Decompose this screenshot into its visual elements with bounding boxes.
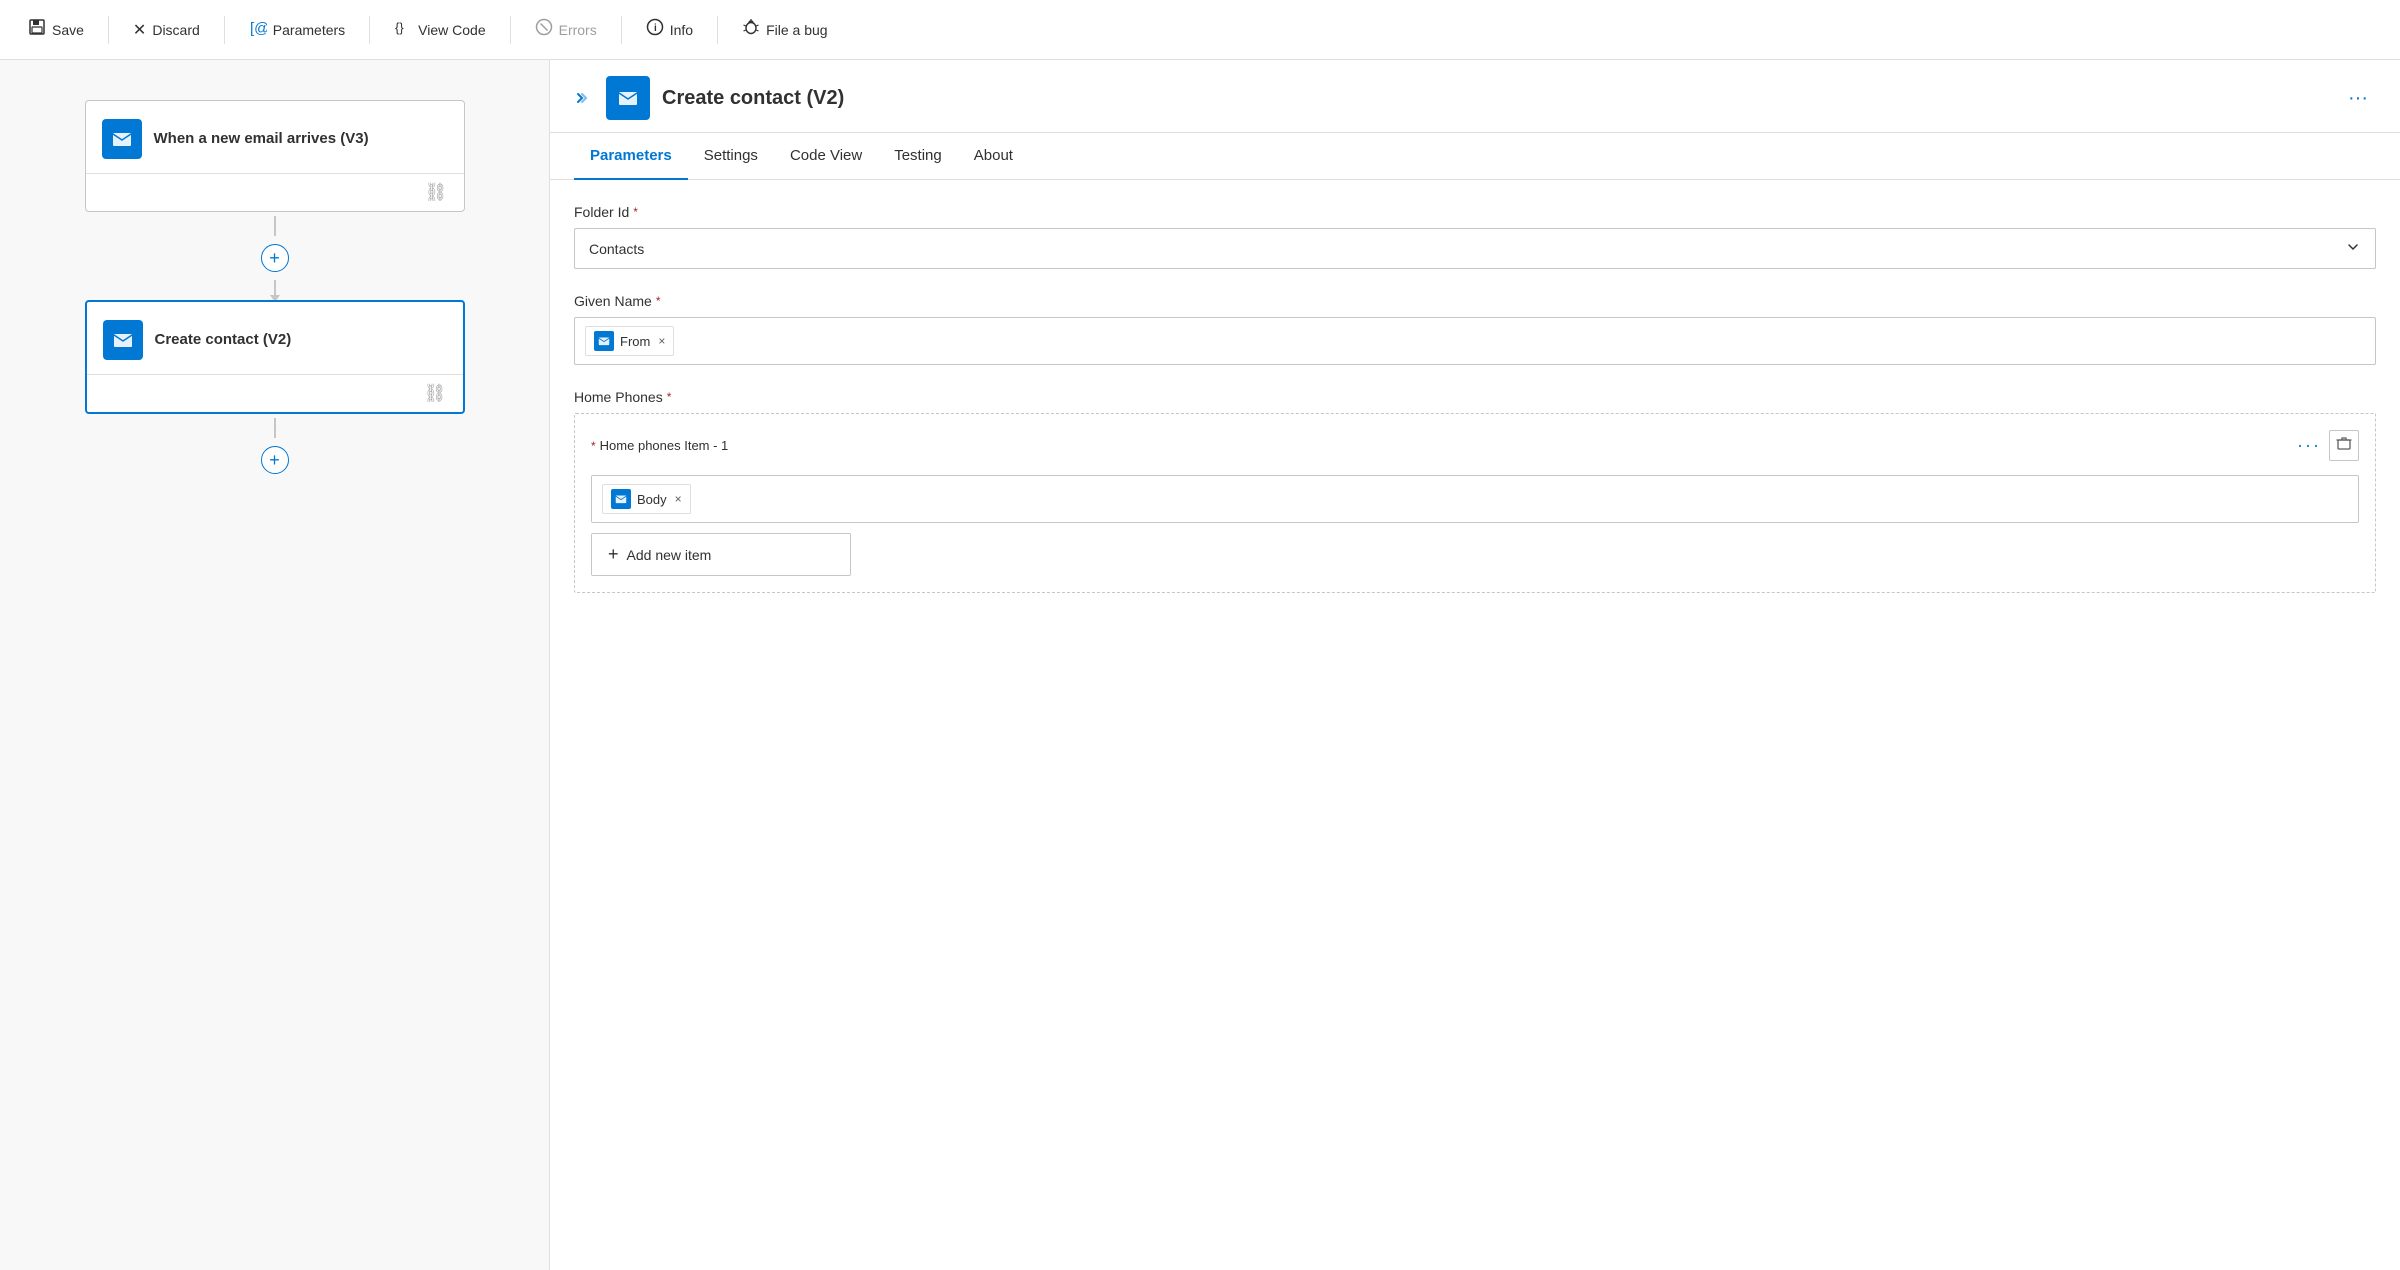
folder-id-field-group: Folder Id * Contacts xyxy=(574,204,2376,269)
discard-button[interactable]: ✕ Discard xyxy=(121,14,212,46)
trigger-node-header: When a new email arrives (V3) xyxy=(86,101,464,173)
info-label: Info xyxy=(670,22,693,38)
add-item-label: Add new item xyxy=(627,547,712,563)
svg-text:i: i xyxy=(654,23,657,34)
given-name-field-group: Given Name * From × xyxy=(574,293,2376,365)
add-step-btn-2[interactable]: + xyxy=(261,446,289,474)
main-layout: When a new email arrives (V3) ⛓ + xyxy=(0,60,2400,1270)
nested-more-button[interactable]: ··· xyxy=(2297,435,2321,456)
add-item-plus-icon: + xyxy=(608,544,619,565)
link-icon-1: ⛓ xyxy=(425,182,448,203)
view-code-icon: {} xyxy=(394,18,412,41)
nested-field-actions: ··· xyxy=(2297,430,2359,461)
info-button[interactable]: i Info xyxy=(634,12,705,47)
add-step-btn-1[interactable]: + xyxy=(261,244,289,272)
divider6 xyxy=(717,16,718,44)
panel-expand-button[interactable] xyxy=(566,84,594,112)
divider4 xyxy=(510,16,511,44)
from-token-close[interactable]: × xyxy=(658,334,665,348)
errors-icon xyxy=(535,18,553,41)
panel-tabs: Parameters Settings Code View Testing Ab… xyxy=(550,133,2400,180)
folder-id-required: * xyxy=(633,205,638,219)
discard-icon: ✕ xyxy=(133,20,146,40)
tab-settings[interactable]: Settings xyxy=(688,133,774,180)
info-icon: i xyxy=(646,18,664,41)
tab-testing[interactable]: Testing xyxy=(878,133,958,180)
given-name-label: Given Name * xyxy=(574,293,2376,309)
action-node-footer: ⛓ xyxy=(87,374,463,412)
action-node-icon xyxy=(103,320,143,360)
discard-label: Discard xyxy=(152,22,199,38)
bug-icon xyxy=(742,18,760,41)
panel-header: Create contact (V2) ··· xyxy=(550,60,2400,133)
panel-action-icon xyxy=(606,76,650,120)
parameters-icon: [@] xyxy=(249,18,267,41)
body-token-icon xyxy=(611,489,631,509)
folder-id-dropdown[interactable]: Contacts xyxy=(574,228,2376,269)
divider1 xyxy=(108,16,109,44)
parameters-label: Parameters xyxy=(273,22,345,38)
save-label: Save xyxy=(52,22,84,38)
nested-required-star: * xyxy=(591,439,596,453)
view-code-button[interactable]: {} View Code xyxy=(382,12,497,47)
svg-text:{}: {} xyxy=(395,20,404,35)
body-token-label: Body xyxy=(637,492,667,507)
home-phones-label: Home Phones * xyxy=(574,389,2376,405)
action-node-title: Create contact (V2) xyxy=(155,330,292,350)
save-icon xyxy=(28,18,46,41)
body-token-field[interactable]: Body × xyxy=(591,475,2359,523)
link-icon-2: ⛓ xyxy=(424,383,447,404)
from-token-label: From xyxy=(620,334,650,349)
folder-id-value: Contacts xyxy=(589,241,644,257)
toolbar: Save ✕ Discard [@] Parameters {} View Co… xyxy=(0,0,2400,60)
given-name-token-field[interactable]: From × xyxy=(574,317,2376,365)
save-button[interactable]: Save xyxy=(16,12,96,47)
panel-title: Create contact (V2) xyxy=(662,87,2328,110)
parameters-button[interactable]: [@] Parameters xyxy=(237,12,357,47)
from-token[interactable]: From × xyxy=(585,326,674,356)
svg-text:[@]: [@] xyxy=(250,20,267,36)
trigger-node-title: When a new email arrives (V3) xyxy=(154,129,369,149)
tab-parameters[interactable]: Parameters xyxy=(574,133,688,180)
file-bug-label: File a bug xyxy=(766,22,827,38)
trigger-node[interactable]: When a new email arrives (V3) ⛓ xyxy=(85,100,465,212)
from-token-icon xyxy=(594,331,614,351)
nested-field-header: * Home phones Item - 1 ··· xyxy=(591,430,2359,461)
given-name-required: * xyxy=(656,294,661,308)
panel-more-button[interactable]: ··· xyxy=(2340,83,2376,114)
connector-line-1 xyxy=(274,216,276,236)
body-token-close[interactable]: × xyxy=(675,492,682,506)
divider3 xyxy=(369,16,370,44)
folder-id-label: Folder Id * xyxy=(574,204,2376,220)
connector-2: + xyxy=(261,418,289,482)
nested-item-label: Home phones Item - 1 xyxy=(600,438,729,453)
errors-button[interactable]: Errors xyxy=(523,12,609,47)
detail-panel: Create contact (V2) ··· Parameters Setti… xyxy=(550,60,2400,1270)
errors-label: Errors xyxy=(559,22,597,38)
home-phones-required: * xyxy=(667,390,672,404)
body-token[interactable]: Body × xyxy=(602,484,691,514)
action-node-header: Create contact (V2) xyxy=(87,302,463,374)
nested-delete-button[interactable] xyxy=(2329,430,2359,461)
divider2 xyxy=(224,16,225,44)
panel-content: Folder Id * Contacts Given Name * xyxy=(550,180,2400,1270)
connector-1: + xyxy=(261,216,289,296)
divider5 xyxy=(621,16,622,44)
trigger-node-footer: ⛓ xyxy=(86,173,464,211)
nested-field-title: * Home phones Item - 1 xyxy=(591,438,728,453)
tab-about[interactable]: About xyxy=(958,133,1029,180)
home-phones-field-group: Home Phones * * Home phones Item - 1 ··· xyxy=(574,389,2376,593)
dropdown-chevron xyxy=(2345,239,2361,258)
action-node[interactable]: Create contact (V2) ⛓ xyxy=(85,300,465,414)
home-phones-nested-field: * Home phones Item - 1 ··· xyxy=(574,413,2376,593)
add-new-item-button[interactable]: + Add new item xyxy=(591,533,851,576)
tab-code-view[interactable]: Code View xyxy=(774,133,878,180)
file-bug-button[interactable]: File a bug xyxy=(730,12,839,47)
view-code-label: View Code xyxy=(418,22,485,38)
trigger-node-icon xyxy=(102,119,142,159)
connector-arrow-1 xyxy=(274,280,276,296)
canvas-area: When a new email arrives (V3) ⛓ + xyxy=(0,60,550,1270)
connector-line-2 xyxy=(274,418,276,438)
